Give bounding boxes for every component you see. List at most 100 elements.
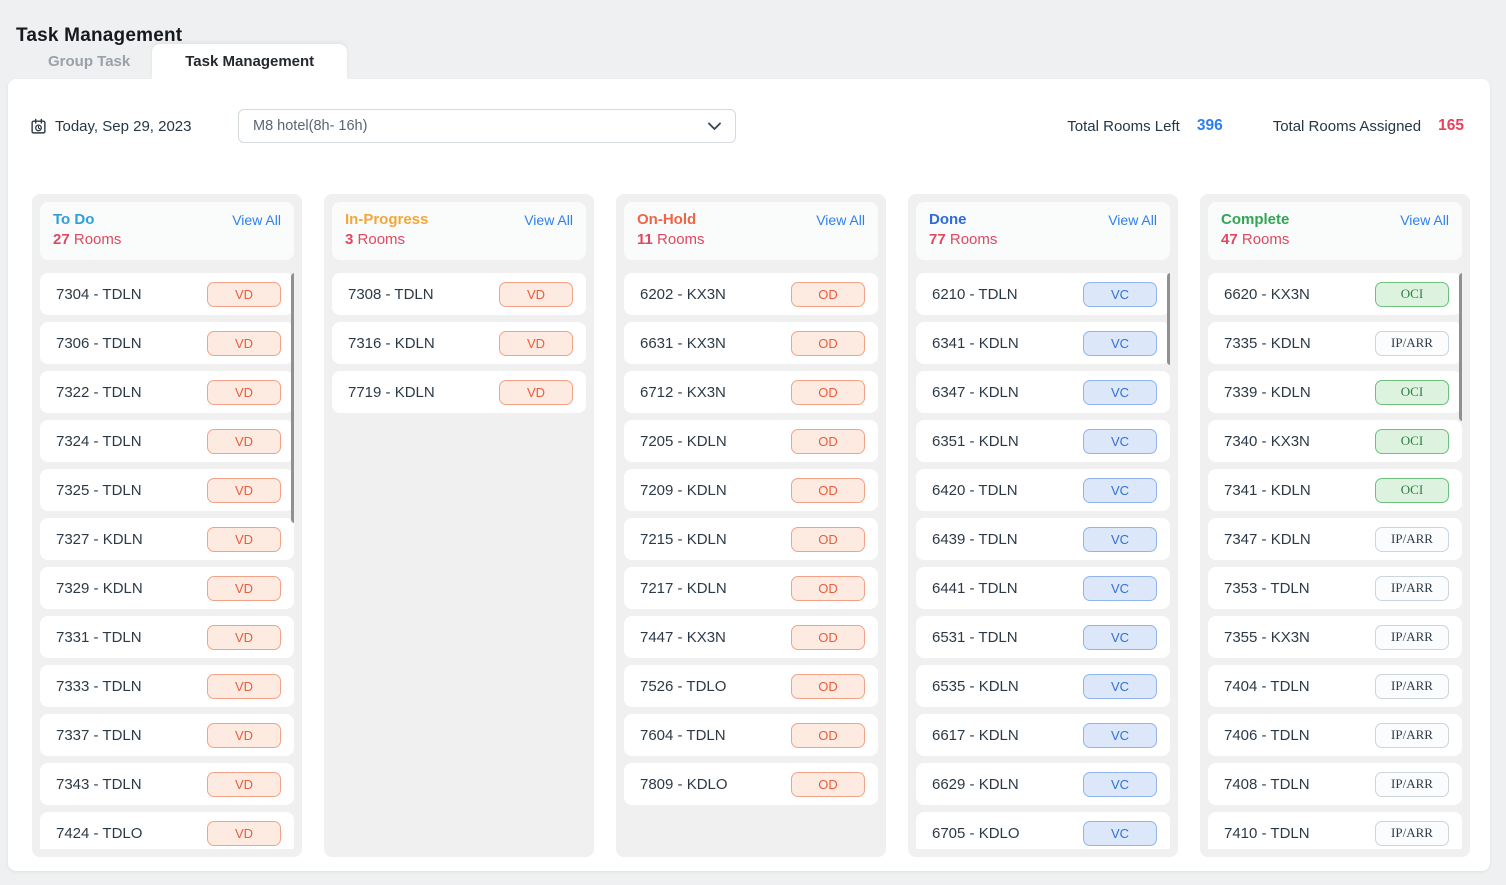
status-badge[interactable]: OD (791, 723, 865, 748)
room-card[interactable]: 7209 - KDLNOD (624, 469, 878, 511)
room-card[interactable]: 7327 - KDLNVD (40, 518, 294, 560)
status-badge[interactable]: OD (791, 331, 865, 356)
status-badge[interactable]: VD (207, 331, 281, 356)
status-badge[interactable]: IP/ARR (1375, 576, 1449, 601)
status-badge[interactable]: VD (207, 674, 281, 699)
room-card[interactable]: 7424 - TDLOVD (40, 812, 294, 849)
view-all-link[interactable]: View All (1400, 212, 1449, 228)
status-badge[interactable]: VC (1083, 821, 1157, 846)
status-badge[interactable]: IP/ARR (1375, 527, 1449, 552)
room-card[interactable]: 7410 - TDLNIP/ARR (1208, 812, 1462, 849)
room-card[interactable]: 7215 - KDLNOD (624, 518, 878, 560)
room-card[interactable]: 7331 - TDLNVD (40, 616, 294, 658)
date-display[interactable]: Today, Sep 29, 2023 (30, 118, 238, 135)
room-card[interactable]: 6210 - TDLNVC (916, 273, 1170, 315)
room-card[interactable]: 7447 - KX3NOD (624, 616, 878, 658)
status-badge[interactable]: VD (499, 380, 573, 405)
status-badge[interactable]: VC (1083, 723, 1157, 748)
room-card[interactable]: 7308 - TDLNVD (332, 273, 586, 315)
status-badge[interactable]: OD (791, 380, 865, 405)
view-all-link[interactable]: View All (524, 212, 573, 228)
hotel-shift-select[interactable]: M8 hotel(8h- 16h) (238, 109, 736, 143)
status-badge[interactable]: VC (1083, 331, 1157, 356)
room-card[interactable]: 6351 - KDLNVC (916, 420, 1170, 462)
room-card[interactable]: 7809 - KDLOOD (624, 763, 878, 805)
status-badge[interactable]: VD (207, 429, 281, 454)
status-badge[interactable]: OCI (1375, 282, 1449, 307)
room-card[interactable]: 6202 - KX3NOD (624, 273, 878, 315)
room-card[interactable]: 7306 - TDLNVD (40, 322, 294, 364)
room-card[interactable]: 7355 - KX3NIP/ARR (1208, 616, 1462, 658)
status-badge[interactable]: IP/ARR (1375, 772, 1449, 797)
room-card[interactable]: 6631 - KX3NOD (624, 322, 878, 364)
room-card[interactable]: 7353 - TDLNIP/ARR (1208, 567, 1462, 609)
status-badge[interactable]: VC (1083, 772, 1157, 797)
status-badge[interactable]: VC (1083, 429, 1157, 454)
room-card[interactable]: 6341 - KDLNVC (916, 322, 1170, 364)
view-all-link[interactable]: View All (816, 212, 865, 228)
view-all-link[interactable]: View All (1108, 212, 1157, 228)
status-badge[interactable]: OCI (1375, 429, 1449, 454)
status-badge[interactable]: VD (207, 821, 281, 846)
status-badge[interactable]: OD (791, 527, 865, 552)
status-badge[interactable]: OD (791, 625, 865, 650)
column-scrollbar[interactable] (1167, 273, 1170, 365)
room-card[interactable]: 7333 - TDLNVD (40, 665, 294, 707)
status-badge[interactable]: VD (207, 478, 281, 503)
status-badge[interactable]: OCI (1375, 478, 1449, 503)
room-card[interactable]: 7408 - TDLNIP/ARR (1208, 763, 1462, 805)
status-badge[interactable]: VC (1083, 576, 1157, 601)
status-badge[interactable]: VC (1083, 625, 1157, 650)
room-card[interactable]: 7604 - TDLNOD (624, 714, 878, 756)
status-badge[interactable]: VC (1083, 380, 1157, 405)
status-badge[interactable]: VC (1083, 527, 1157, 552)
status-badge[interactable]: VC (1083, 282, 1157, 307)
room-card[interactable]: 6347 - KDLNVC (916, 371, 1170, 413)
status-badge[interactable]: OD (791, 772, 865, 797)
room-card[interactable]: 6535 - KDLNVC (916, 665, 1170, 707)
status-badge[interactable]: IP/ARR (1375, 674, 1449, 699)
room-card[interactable]: 7205 - KDLNOD (624, 420, 878, 462)
room-card[interactable]: 7325 - TDLNVD (40, 469, 294, 511)
room-card[interactable]: 7329 - KDLNVD (40, 567, 294, 609)
status-badge[interactable]: VD (207, 527, 281, 552)
tab-group-task[interactable]: Group Task (26, 44, 152, 79)
room-card[interactable]: 7316 - KDLNVD (332, 322, 586, 364)
status-badge[interactable]: VC (1083, 674, 1157, 699)
room-card[interactable]: 7339 - KDLNOCI (1208, 371, 1462, 413)
status-badge[interactable]: VD (207, 380, 281, 405)
status-badge[interactable]: OD (791, 282, 865, 307)
tab-task-management[interactable]: Task Management (152, 44, 347, 79)
room-card[interactable]: 7526 - TDLOOD (624, 665, 878, 707)
status-badge[interactable]: VD (207, 625, 281, 650)
status-badge[interactable]: OD (791, 674, 865, 699)
room-card[interactable]: 6531 - TDLNVC (916, 616, 1170, 658)
room-card[interactable]: 7347 - KDLNIP/ARR (1208, 518, 1462, 560)
room-card[interactable]: 6712 - KX3NOD (624, 371, 878, 413)
status-badge[interactable]: VD (207, 282, 281, 307)
room-card[interactable]: 7304 - TDLNVD (40, 273, 294, 315)
status-badge[interactable]: VD (207, 772, 281, 797)
status-badge[interactable]: OD (791, 429, 865, 454)
status-badge[interactable]: IP/ARR (1375, 723, 1449, 748)
status-badge[interactable]: IP/ARR (1375, 625, 1449, 650)
room-card[interactable]: 7341 - KDLNOCI (1208, 469, 1462, 511)
room-card[interactable]: 7406 - TDLNIP/ARR (1208, 714, 1462, 756)
status-badge[interactable]: IP/ARR (1375, 821, 1449, 846)
view-all-link[interactable]: View All (232, 212, 281, 228)
column-scrollbar[interactable] (1459, 273, 1462, 421)
room-card[interactable]: 6420 - TDLNVC (916, 469, 1170, 511)
room-card[interactable]: 7719 - KDLNVD (332, 371, 586, 413)
status-badge[interactable]: VD (499, 331, 573, 356)
room-card[interactable]: 6439 - TDLNVC (916, 518, 1170, 560)
status-badge[interactable]: VC (1083, 478, 1157, 503)
room-card[interactable]: 6617 - KDLNVC (916, 714, 1170, 756)
status-badge[interactable]: OCI (1375, 380, 1449, 405)
room-card[interactable]: 7322 - TDLNVD (40, 371, 294, 413)
room-card[interactable]: 7337 - TDLNVD (40, 714, 294, 756)
room-card[interactable]: 6705 - KDLOVC (916, 812, 1170, 849)
status-badge[interactable]: OD (791, 478, 865, 503)
status-badge[interactable]: VD (499, 282, 573, 307)
room-card[interactable]: 7324 - TDLNVD (40, 420, 294, 462)
status-badge[interactable]: OD (791, 576, 865, 601)
